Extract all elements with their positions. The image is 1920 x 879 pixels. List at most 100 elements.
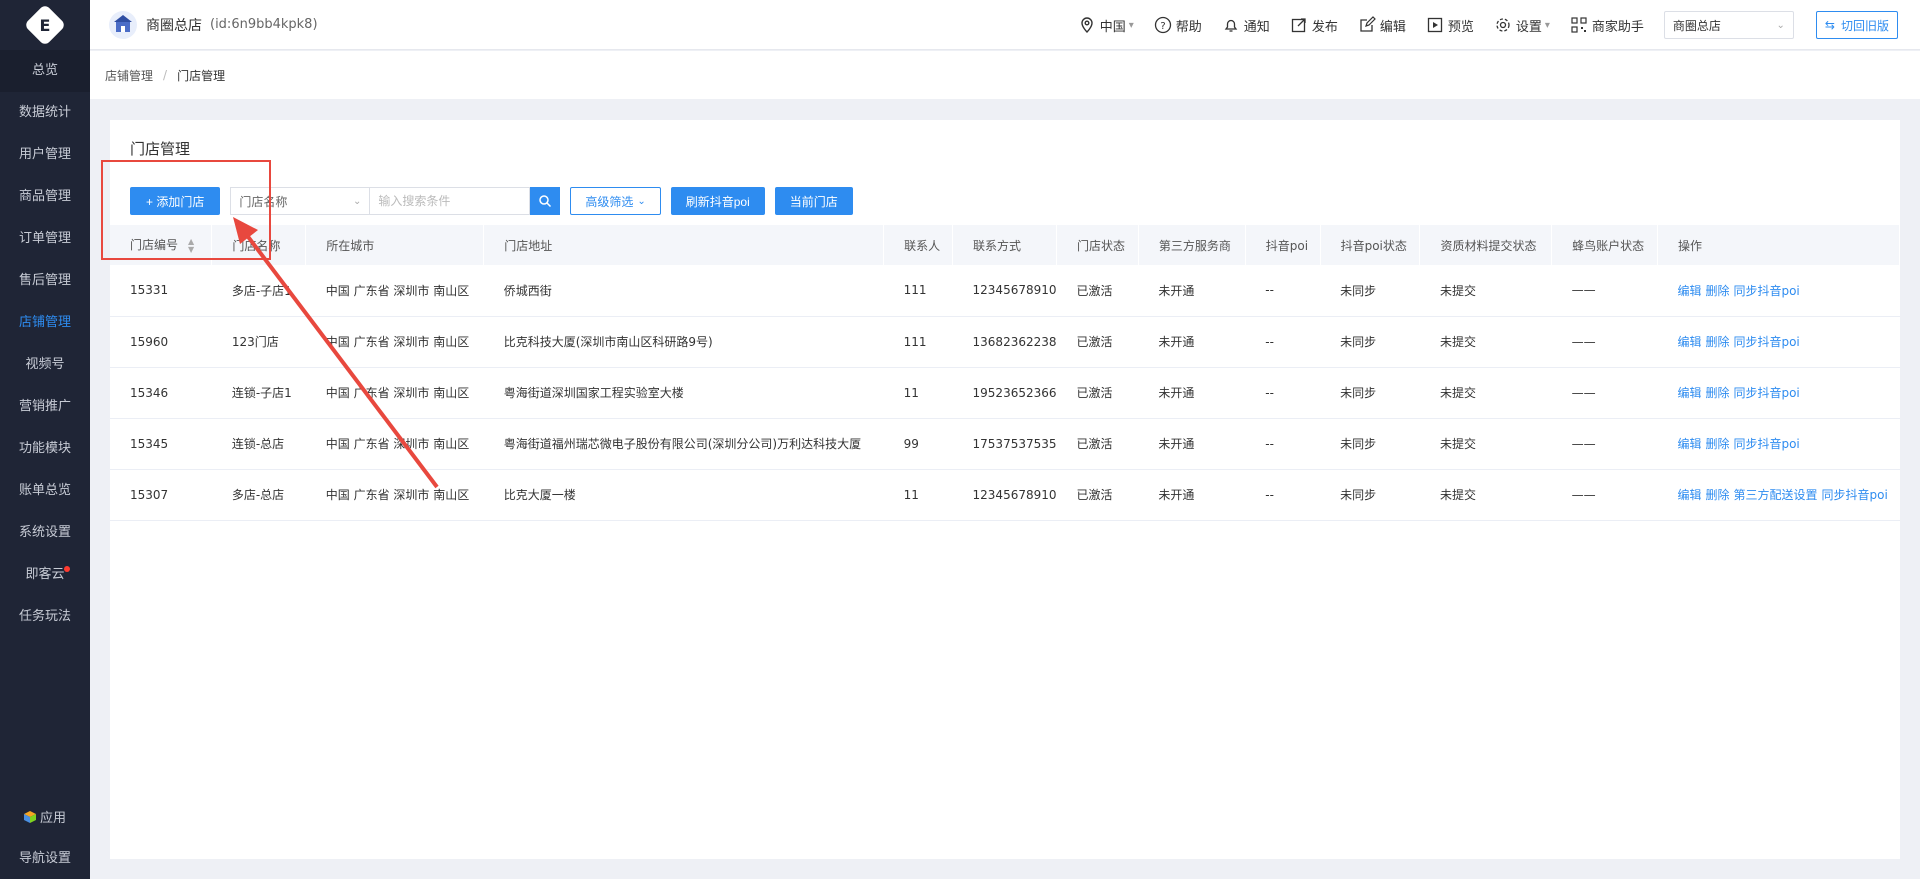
table-cell-id: 15960 xyxy=(110,316,212,368)
table-cell-poi-status: 未同步 xyxy=(1320,316,1420,368)
op-link[interactable]: 编辑 xyxy=(1677,335,1701,349)
table-cell-id: 15307 xyxy=(110,469,212,521)
top-header: 商圈总店 (id:6n9bb4kpk8) 中国 ▾ ? 帮助 通知 发布 编辑 预… xyxy=(90,0,1920,50)
table-cell-city: 中国 广东省 深圳市 南山区 xyxy=(305,469,484,521)
column-label: 所在城市 xyxy=(326,238,375,253)
edit-button[interactable]: 编辑 xyxy=(1358,16,1406,35)
op-link[interactable]: 同步抖音poi xyxy=(1733,335,1799,349)
column-label: 第三方服务商 xyxy=(1158,238,1231,253)
table-cell-phone: 12345678910 xyxy=(952,265,1057,317)
op-link[interactable]: 删除 xyxy=(1705,488,1729,502)
publish-button[interactable]: 发布 xyxy=(1290,16,1338,35)
sidebar-item[interactable]: 营销推广 xyxy=(0,386,90,428)
breadcrumb-current: 门店管理 xyxy=(177,68,226,83)
sidebar-item[interactable]: 用户管理 xyxy=(0,134,90,176)
sidebar-item[interactable]: 视频号 xyxy=(0,344,90,386)
op-link[interactable]: 第三方配送设置 xyxy=(1733,488,1817,502)
table-cell-name: 123门店 xyxy=(211,316,306,368)
op-link[interactable]: 编辑 xyxy=(1677,437,1701,451)
table-cell-status: 已激活 xyxy=(1056,418,1139,470)
store-select[interactable]: 商圈总店 ⌄ xyxy=(1663,11,1794,39)
sidebar-item-label: 即客云 xyxy=(25,567,65,582)
table-cell-poi: -- xyxy=(1245,367,1321,419)
sort-icon[interactable]: ▲ ▼ xyxy=(188,237,194,254)
column-label: 门店编号 xyxy=(130,238,179,253)
region-selector[interactable]: 中国 ▾ xyxy=(1078,16,1134,35)
sidebar-item[interactable]: 系统设置 xyxy=(0,512,90,554)
table-cell-qualification: 未提交 xyxy=(1419,418,1552,470)
notify-button[interactable]: 通知 xyxy=(1222,16,1270,35)
advanced-filter-button[interactable]: 高级筛选 ⌄ xyxy=(570,187,661,215)
sidebar-item-label: 售后管理 xyxy=(18,273,71,288)
table-cell-ops: 编辑 删除 同步抖音poi xyxy=(1657,367,1900,419)
table-cell-city: 中国 广东省 深圳市 南山区 xyxy=(305,367,484,419)
table-cell-status: 已激活 xyxy=(1056,265,1139,317)
op-link[interactable]: 同步抖音poi xyxy=(1733,284,1799,298)
table-cell-poi: -- xyxy=(1245,265,1321,317)
settings-menu[interactable]: 设置 ▾ xyxy=(1494,16,1550,35)
svg-text:?: ? xyxy=(1160,21,1165,32)
op-link[interactable]: 同步抖音poi xyxy=(1733,386,1799,400)
op-link[interactable]: 删除 xyxy=(1705,437,1729,451)
refresh-poi-button[interactable]: 刷新抖音poi xyxy=(670,187,765,215)
sidebar-item[interactable]: 数据统计 xyxy=(0,92,90,134)
op-link[interactable]: 编辑 xyxy=(1677,284,1701,298)
column-label: 抖音poi xyxy=(1265,238,1309,253)
preview-button[interactable]: 预览 xyxy=(1426,16,1474,35)
table-cell-ops: 编辑 删除 同步抖音poi xyxy=(1657,265,1900,317)
op-link[interactable]: 删除 xyxy=(1705,284,1729,298)
sidebar-item[interactable]: 功能模块 xyxy=(0,428,90,470)
column-label: 联系方式 xyxy=(973,238,1022,253)
logo[interactable]: E xyxy=(0,0,90,50)
table-cell-qualification: 未提交 xyxy=(1419,469,1552,521)
search-button[interactable] xyxy=(530,187,561,215)
breadcrumb-parent[interactable]: 店铺管理 xyxy=(105,67,153,84)
op-link[interactable]: 同步抖音poi xyxy=(1821,488,1887,502)
sidebar-item-nav-settings[interactable]: 导航设置 xyxy=(0,839,90,879)
table-row: 15346 连锁-子店1 中国 广东省 深圳市 南山区 粤海街道深圳国家工程实验室大楼… xyxy=(110,367,1900,419)
current-store-button[interactable]: 当前门店 xyxy=(774,187,853,215)
table-header-cell[interactable]: 门店编号 ▲ ▼ xyxy=(110,225,213,265)
table-header-cell: 门店状态 xyxy=(1056,225,1139,265)
table-cell-fengniao: —— xyxy=(1551,367,1658,419)
sidebar-item[interactable]: 账单总览 xyxy=(0,470,90,512)
table-cell-status: 已激活 xyxy=(1056,367,1139,419)
column-label: 资质材料提交状态 xyxy=(1440,238,1537,253)
column-label: 门店地址 xyxy=(504,238,553,253)
sidebar-item[interactable]: 商品管理 xyxy=(0,176,90,218)
table-cell-provider: 未开通 xyxy=(1138,316,1246,368)
sidebar-item[interactable]: 售后管理 xyxy=(0,260,90,302)
op-link[interactable]: 删除 xyxy=(1705,386,1729,400)
publish-icon xyxy=(1291,18,1306,33)
table-row: 15345 连锁-总店 中国 广东省 深圳市 南山区 粤海街道福州瑞芯微电子股份有限公… xyxy=(110,418,1900,470)
qrcode-icon xyxy=(1571,17,1587,33)
chevron-down-icon: ⌄ xyxy=(352,195,362,207)
op-link[interactable]: 删除 xyxy=(1705,335,1729,349)
sidebar-item-label: 应用 xyxy=(39,811,66,826)
op-link[interactable]: 同步抖音poi xyxy=(1733,437,1799,451)
sidebar-item[interactable]: 即客云 xyxy=(0,554,90,596)
sidebar-item[interactable]: 店铺管理 xyxy=(0,302,90,344)
table-cell-id: 15345 xyxy=(110,418,212,470)
switch-old-version-button[interactable]: ⇆ 切回旧版 xyxy=(1815,11,1898,39)
search-input[interactable] xyxy=(370,187,531,215)
add-store-button[interactable]: + 添加门店 xyxy=(130,187,221,215)
sidebar-item[interactable]: 任务玩法 xyxy=(0,596,90,638)
notification-dot xyxy=(64,566,70,572)
filter-field-select[interactable]: 门店名称 ⌄ xyxy=(230,187,371,215)
edit-icon xyxy=(1360,16,1376,32)
swap-icon: ⇆ xyxy=(1824,18,1835,32)
table-cell-provider: 未开通 xyxy=(1138,469,1246,521)
op-link[interactable]: 编辑 xyxy=(1677,386,1701,400)
sidebar-item-label: 营销推广 xyxy=(18,399,71,414)
sidebar-item-apps[interactable]: 应用 xyxy=(0,799,90,839)
help-button[interactable]: ? 帮助 xyxy=(1154,16,1202,35)
publish-label: 发布 xyxy=(1311,19,1338,35)
table-cell-poi-status: 未同步 xyxy=(1320,367,1420,419)
sidebar-item[interactable]: 订单管理 xyxy=(0,218,90,260)
op-link[interactable]: 编辑 xyxy=(1677,488,1701,502)
assistant-button[interactable]: 商家助手 xyxy=(1570,16,1644,35)
table-cell-fengniao: —— xyxy=(1551,265,1658,317)
sidebar-item[interactable]: 总览 xyxy=(0,50,90,92)
gear-icon xyxy=(1496,18,1510,32)
